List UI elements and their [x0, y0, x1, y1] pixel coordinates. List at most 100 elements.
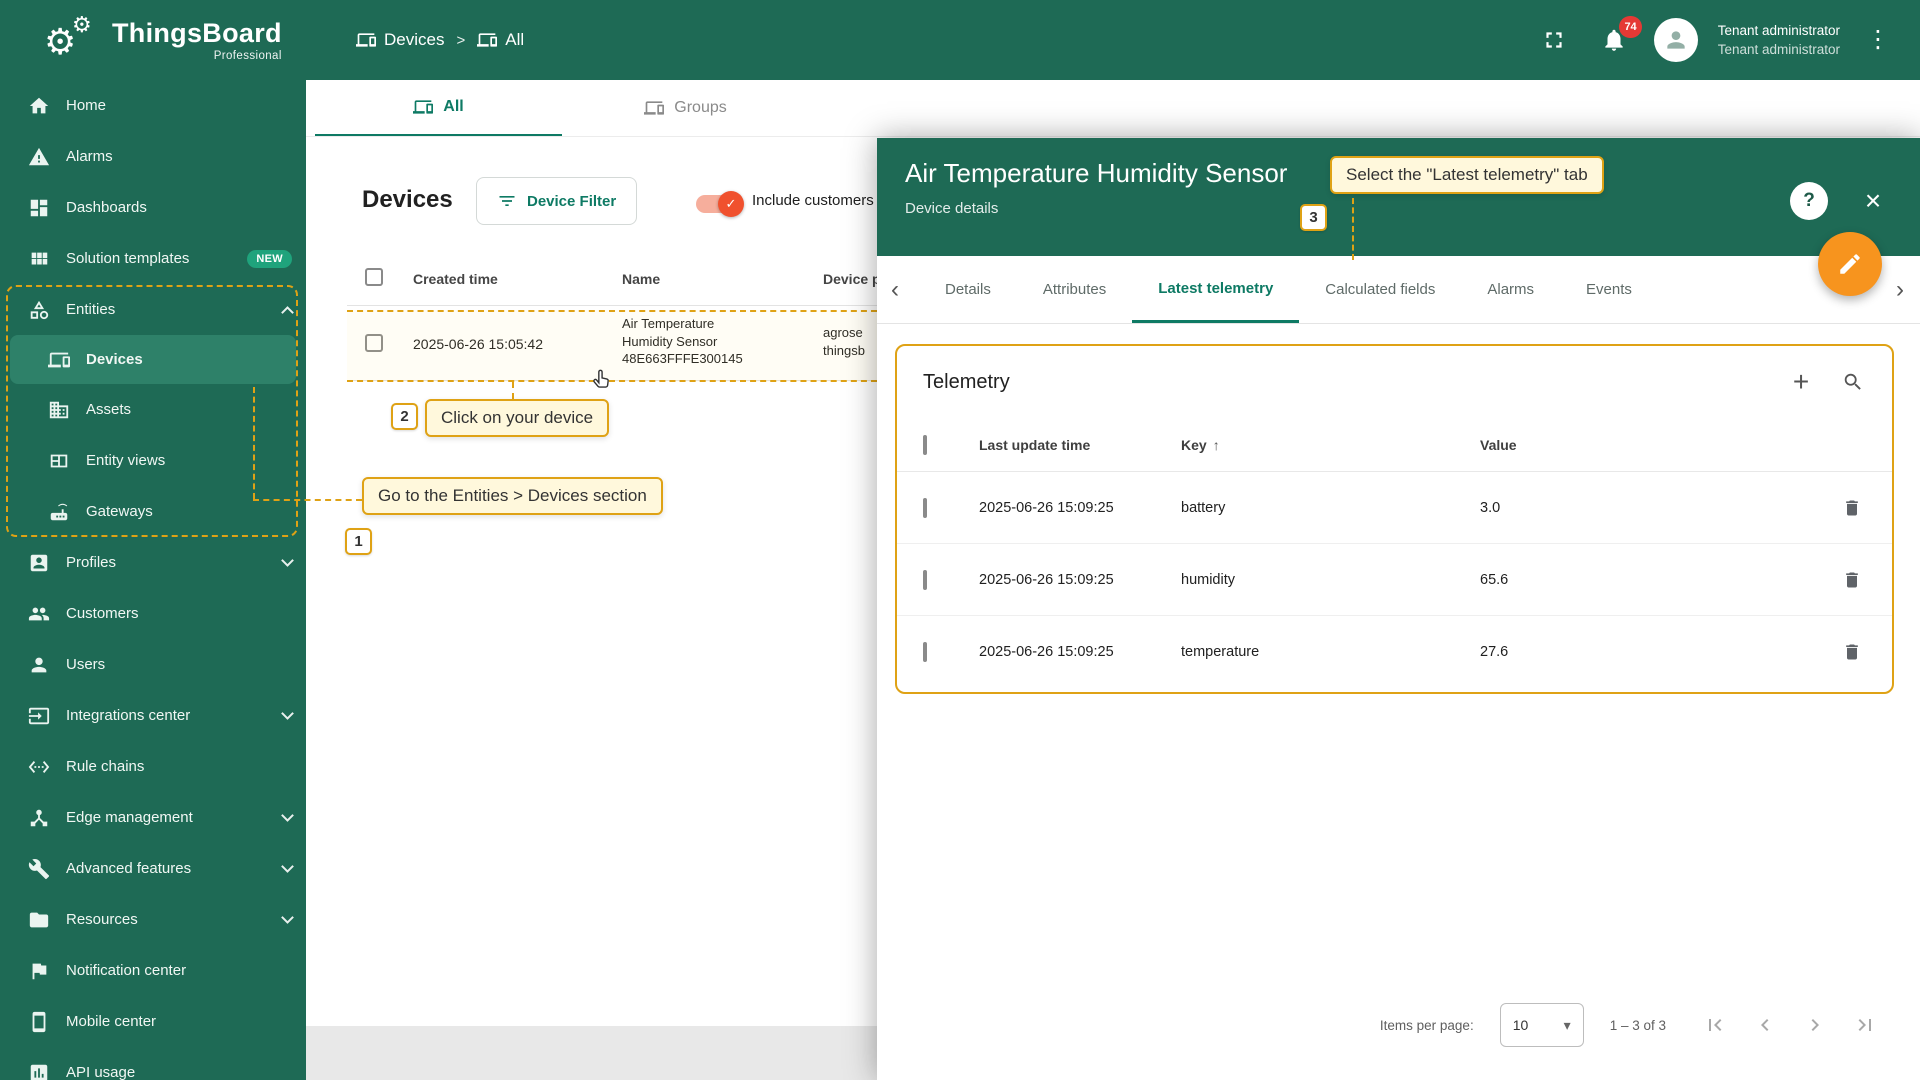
user-icon: [28, 654, 50, 676]
tab-calculated-fields[interactable]: Calculated fields: [1299, 256, 1461, 323]
tab-label: Groups: [674, 99, 727, 116]
smartphone-icon: [28, 1011, 50, 1033]
sidebar-item-users[interactable]: Users: [0, 639, 306, 690]
first-page-icon: [1709, 1019, 1722, 1031]
tabs-scroll-right-icon[interactable]: ›: [1896, 256, 1904, 324]
help-button[interactable]: ?: [1790, 182, 1828, 220]
cell-device-name: Air Temperature Humidity Sensor 48E663FF…: [622, 315, 743, 368]
sidebar-item-mobile-center[interactable]: Mobile center: [0, 996, 306, 1047]
delete-telemetry-button[interactable]: [1838, 638, 1866, 666]
sidebar-item-alarms[interactable]: Alarms: [0, 131, 306, 182]
column-header-last-update-time[interactable]: Last update time: [979, 437, 1181, 453]
sidebar-item-label: Edge management: [66, 809, 193, 826]
select-all-checkbox[interactable]: [365, 268, 383, 286]
delete-telemetry-button[interactable]: [1838, 494, 1866, 522]
tutorial-step2-callout: Click on your device: [425, 399, 610, 437]
chevron-down-icon: [281, 554, 294, 567]
cell-time: 2025-06-26 15:09:25: [979, 571, 1114, 588]
telemetry-row[interactable]: 2025-06-26 15:09:25 humidity 65.6: [897, 544, 1892, 616]
sidebar-item-api-usage[interactable]: API usage: [0, 1047, 306, 1080]
device-name-line: 48E663FFFE300145: [622, 351, 743, 366]
include-customers-toggle[interactable]: ✓: [696, 191, 744, 217]
sidebar-item-notification-center[interactable]: Notification center: [0, 945, 306, 996]
tab-details[interactable]: Details: [919, 256, 1017, 323]
next-page-button[interactable]: [1802, 1012, 1828, 1038]
tutorial-step3-callout: Select the "Latest telemetry" tab: [1330, 156, 1604, 194]
sidebar-item-home[interactable]: Home: [0, 80, 306, 131]
sidebar-item-label: Profiles: [66, 554, 117, 571]
sidebar-item-label: Entities: [66, 301, 116, 318]
cell-created-time: 2025-06-26 15:05:42: [413, 336, 543, 352]
user-role: Tenant administrator: [1717, 42, 1840, 57]
first-page-button[interactable]: [1702, 1012, 1728, 1038]
user-info[interactable]: Tenant administrator Tenant administrato…: [1718, 21, 1840, 59]
row-checkbox[interactable]: [365, 334, 383, 352]
tab-groups[interactable]: Groups: [562, 80, 809, 136]
tab-attributes[interactable]: Attributes: [1017, 256, 1132, 323]
tab-latest-telemetry[interactable]: Latest telemetry: [1132, 256, 1300, 323]
row-checkbox[interactable]: [923, 642, 927, 662]
tab-events[interactable]: Events: [1560, 256, 1658, 323]
cell-key: temperature: [1181, 644, 1260, 660]
sidebar-item-customers[interactable]: Customers: [0, 588, 306, 639]
edit-fab-button[interactable]: [1818, 232, 1882, 296]
sidebar-item-gateways[interactable]: Gateways: [0, 486, 306, 537]
gear-icon: ⚙: [72, 12, 92, 37]
fullscreen-icon: [1546, 32, 1562, 48]
previous-page-button[interactable]: [1752, 1012, 1778, 1038]
brand-name: ThingsBoard: [112, 18, 282, 48]
tabs-scroll-left-icon[interactable]: ‹: [891, 256, 899, 324]
sidebar-item-edge-management[interactable]: Edge management: [0, 792, 306, 843]
sidebar-item-label: Resources: [66, 911, 138, 928]
search-icon[interactable]: [1840, 369, 1866, 395]
column-header-name[interactable]: Name: [622, 271, 660, 287]
sidebar-item-dashboards[interactable]: Dashboards: [0, 182, 306, 233]
device-name-line: Air Temperature: [622, 316, 715, 331]
chevron-right-icon: [1811, 1019, 1819, 1031]
sidebar-item-rule-chains[interactable]: Rule chains: [0, 741, 306, 792]
customers-icon: [28, 603, 50, 625]
sidebar-item-advanced-features[interactable]: Advanced features: [0, 843, 306, 894]
notifications-button[interactable]: 74: [1594, 16, 1642, 60]
sidebar-item-solution-templates[interactable]: Solution templates NEW: [0, 233, 306, 284]
sidebar-item-entities[interactable]: Entities: [0, 284, 306, 335]
more-menu-icon[interactable]: ⋮: [1860, 22, 1896, 58]
row-checkbox[interactable]: [923, 497, 927, 518]
sidebar-item-label: Mobile center: [66, 1013, 157, 1030]
cell-device-profile: agrose thingsb: [823, 324, 865, 359]
sidebar-item-integrations-center[interactable]: Integrations center: [0, 690, 306, 741]
add-telemetry-icon[interactable]: +: [1788, 368, 1814, 396]
telemetry-row[interactable]: 2025-06-26 15:09:25 temperature 27.6: [897, 616, 1892, 688]
sidebar-item-assets[interactable]: Assets: [0, 384, 306, 435]
sidebar-item-profiles[interactable]: Profiles: [0, 537, 306, 588]
breadcrumb-devices[interactable]: Devices: [356, 30, 444, 50]
chevron-down-icon: [281, 911, 294, 924]
user-avatar[interactable]: [1653, 18, 1698, 62]
devices-icon: [48, 349, 70, 371]
drawer-subtitle: Device details: [905, 200, 999, 217]
items-per-page-select[interactable]: 10 ▾: [1499, 1003, 1584, 1047]
brand-subtitle: Professional: [213, 50, 282, 62]
fullscreen-button[interactable]: [1534, 20, 1574, 60]
chevron-down-icon: [281, 707, 294, 720]
tab-alarms[interactable]: Alarms: [1461, 256, 1560, 323]
close-button[interactable]: ×: [1854, 182, 1892, 220]
sidebar-item-entity-views[interactable]: Entity views: [0, 435, 306, 486]
sidebar-item-devices[interactable]: Devices: [10, 335, 296, 384]
column-header-key[interactable]: Key ↑: [1181, 437, 1480, 453]
device-filter-button[interactable]: Device Filter: [476, 177, 638, 225]
brand-logo[interactable]: ⚙ ⚙ ThingsBoard Professional: [44, 12, 306, 68]
telemetry-select-all-checkbox[interactable]: [923, 434, 927, 455]
page-title: Devices: [362, 186, 453, 213]
telemetry-row[interactable]: 2025-06-26 15:09:25 battery 3.0: [897, 472, 1892, 544]
breadcrumb-all[interactable]: All: [477, 30, 524, 50]
sidebar-item-resources[interactable]: Resources: [0, 894, 306, 945]
tutorial-step2-number: 2: [391, 403, 418, 430]
column-header-value[interactable]: Value: [1480, 437, 1822, 453]
delete-telemetry-button[interactable]: [1838, 566, 1866, 594]
key-header-label: Key: [1181, 436, 1207, 453]
column-header-created-time[interactable]: Created time: [413, 271, 498, 287]
last-page-button[interactable]: [1852, 1012, 1878, 1038]
tab-all[interactable]: All: [315, 80, 562, 136]
row-checkbox[interactable]: [923, 569, 927, 590]
